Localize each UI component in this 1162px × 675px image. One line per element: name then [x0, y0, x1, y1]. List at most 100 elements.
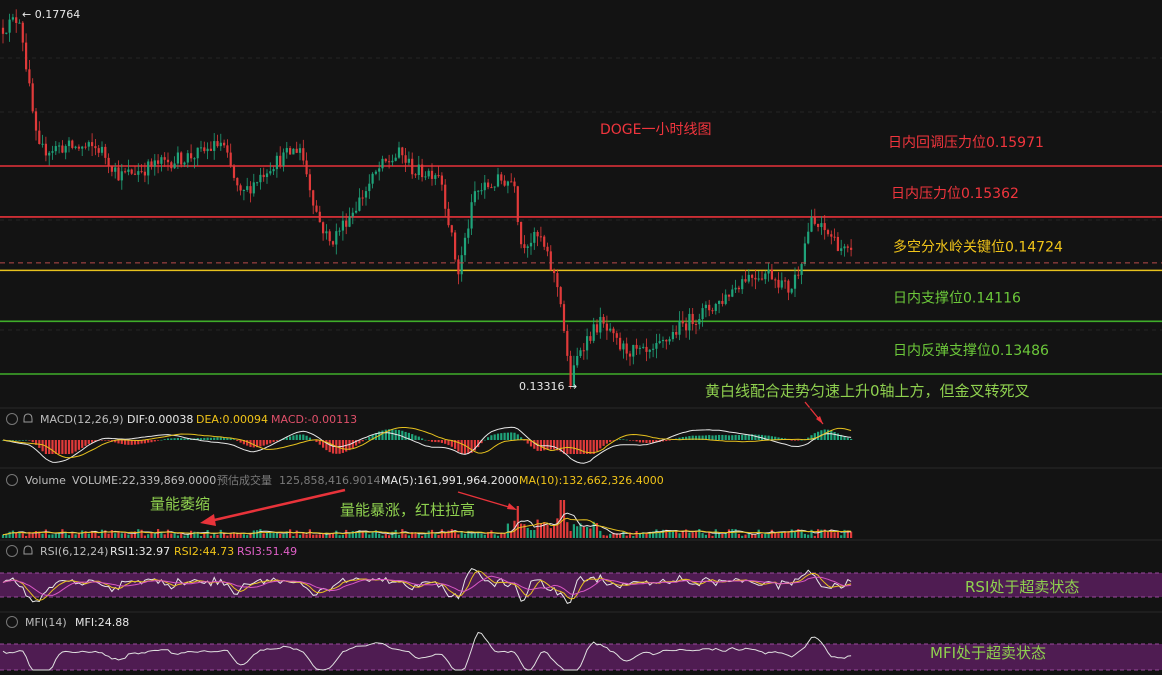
bell-icon[interactable] — [23, 413, 33, 423]
candle-body — [358, 197, 361, 211]
macd-bar — [246, 440, 249, 446]
macd-bar — [632, 440, 635, 441]
candle-body — [437, 175, 440, 177]
candle-body — [246, 186, 249, 190]
volume-bar — [516, 506, 519, 538]
candle-body — [312, 190, 315, 206]
collapse-chevron-icon[interactable] — [6, 413, 18, 425]
volume-bar — [473, 533, 476, 538]
candle-body — [21, 22, 24, 43]
candle-body — [285, 148, 288, 153]
macd-bar — [213, 437, 216, 440]
candle-body — [840, 248, 843, 251]
mfi-name: MFI(14) — [25, 616, 67, 629]
candle-body — [549, 251, 552, 271]
macd-bar — [391, 429, 394, 440]
macd-bar — [381, 430, 384, 440]
macd-bar — [74, 440, 77, 452]
macd-bar — [120, 440, 123, 444]
candle-body — [833, 236, 836, 238]
volume-bar — [137, 529, 140, 538]
volume-bar — [143, 535, 146, 538]
candle-body — [315, 205, 318, 212]
collapse-chevron-icon[interactable] — [6, 474, 18, 486]
candle-body — [229, 152, 232, 166]
candle-body — [480, 190, 483, 192]
volume-bar — [454, 531, 457, 538]
collapse-chevron-icon[interactable] — [6, 545, 18, 557]
candle-body — [404, 155, 407, 163]
volume-bar — [496, 535, 500, 538]
volume-bar — [424, 533, 427, 538]
volume-bar — [444, 532, 447, 538]
macd-bar — [259, 440, 262, 447]
macd-bar — [157, 440, 160, 441]
macd-bar — [87, 440, 90, 444]
candle-body — [150, 161, 153, 167]
volume-bar — [529, 530, 533, 538]
macd-bar — [817, 431, 820, 440]
candle-body — [421, 164, 424, 178]
macd-bar — [440, 440, 443, 443]
macd-dea: DEA:0.00094 — [196, 413, 268, 426]
volume-bar — [312, 534, 315, 538]
candle-body — [127, 169, 130, 172]
candle-body — [427, 170, 430, 177]
macd-bar — [619, 439, 622, 440]
candle-body — [411, 158, 414, 175]
volume-bar — [397, 534, 401, 538]
volume-bar — [341, 534, 344, 538]
rsi1-value: RSI1:32.97 — [110, 545, 170, 558]
candle-body — [470, 202, 473, 229]
volume-bar — [648, 533, 651, 538]
candle-body — [595, 324, 599, 333]
macd-dif: DIF:0.00038 — [127, 413, 193, 426]
candle-body — [500, 174, 503, 181]
candle-body — [34, 111, 38, 131]
candle-body — [807, 231, 810, 244]
rsi-header: RSI(6,12,24) RSI1:32.97 RSI2:44.73 RSI3:… — [6, 545, 297, 558]
candle-body — [711, 310, 714, 312]
macd-bar — [516, 434, 519, 440]
candle-body — [51, 151, 54, 153]
collapse-chevron-icon[interactable] — [6, 616, 18, 628]
candle-body — [836, 236, 839, 251]
volume-bar — [437, 535, 440, 538]
candle-body — [737, 287, 740, 290]
macd-bar — [503, 432, 506, 440]
volume-bar — [388, 535, 391, 538]
candle-body — [493, 186, 496, 188]
candle-body — [216, 141, 219, 147]
candle-body — [526, 246, 529, 248]
macd-bar — [232, 439, 236, 440]
macd-bar — [549, 440, 552, 450]
volume-bar — [275, 533, 278, 538]
bell-icon[interactable] — [23, 545, 33, 555]
candle-body — [536, 231, 539, 237]
macd-bar — [496, 433, 500, 440]
volume-bar — [817, 529, 820, 538]
volume-bar — [490, 530, 493, 538]
macd-bar — [609, 440, 612, 442]
volume-bar — [404, 534, 407, 538]
volume-bar — [807, 534, 810, 538]
volume-bar — [774, 532, 777, 538]
candle-body — [180, 152, 183, 165]
macd-bar — [427, 440, 430, 441]
macd-bar — [457, 440, 460, 452]
macd-bar — [203, 437, 206, 440]
candle-body — [533, 231, 536, 243]
candle-body — [635, 344, 638, 349]
chart-title: DOGE一小时线图 — [600, 122, 712, 138]
candle-body — [163, 157, 166, 160]
macd-header: MACD(12,26,9) DIF:0.00038 DEA:0.00094 MA… — [6, 413, 357, 426]
macd-bar — [170, 438, 173, 440]
macd-bar — [351, 440, 354, 449]
volume-bar — [599, 530, 602, 538]
volume-bar — [724, 533, 727, 538]
candle-body — [166, 159, 170, 163]
rsi3-value: RSI3:51.49 — [237, 545, 297, 558]
candle-body — [625, 343, 628, 354]
candle-body — [434, 175, 437, 179]
macd-bar — [638, 440, 641, 443]
